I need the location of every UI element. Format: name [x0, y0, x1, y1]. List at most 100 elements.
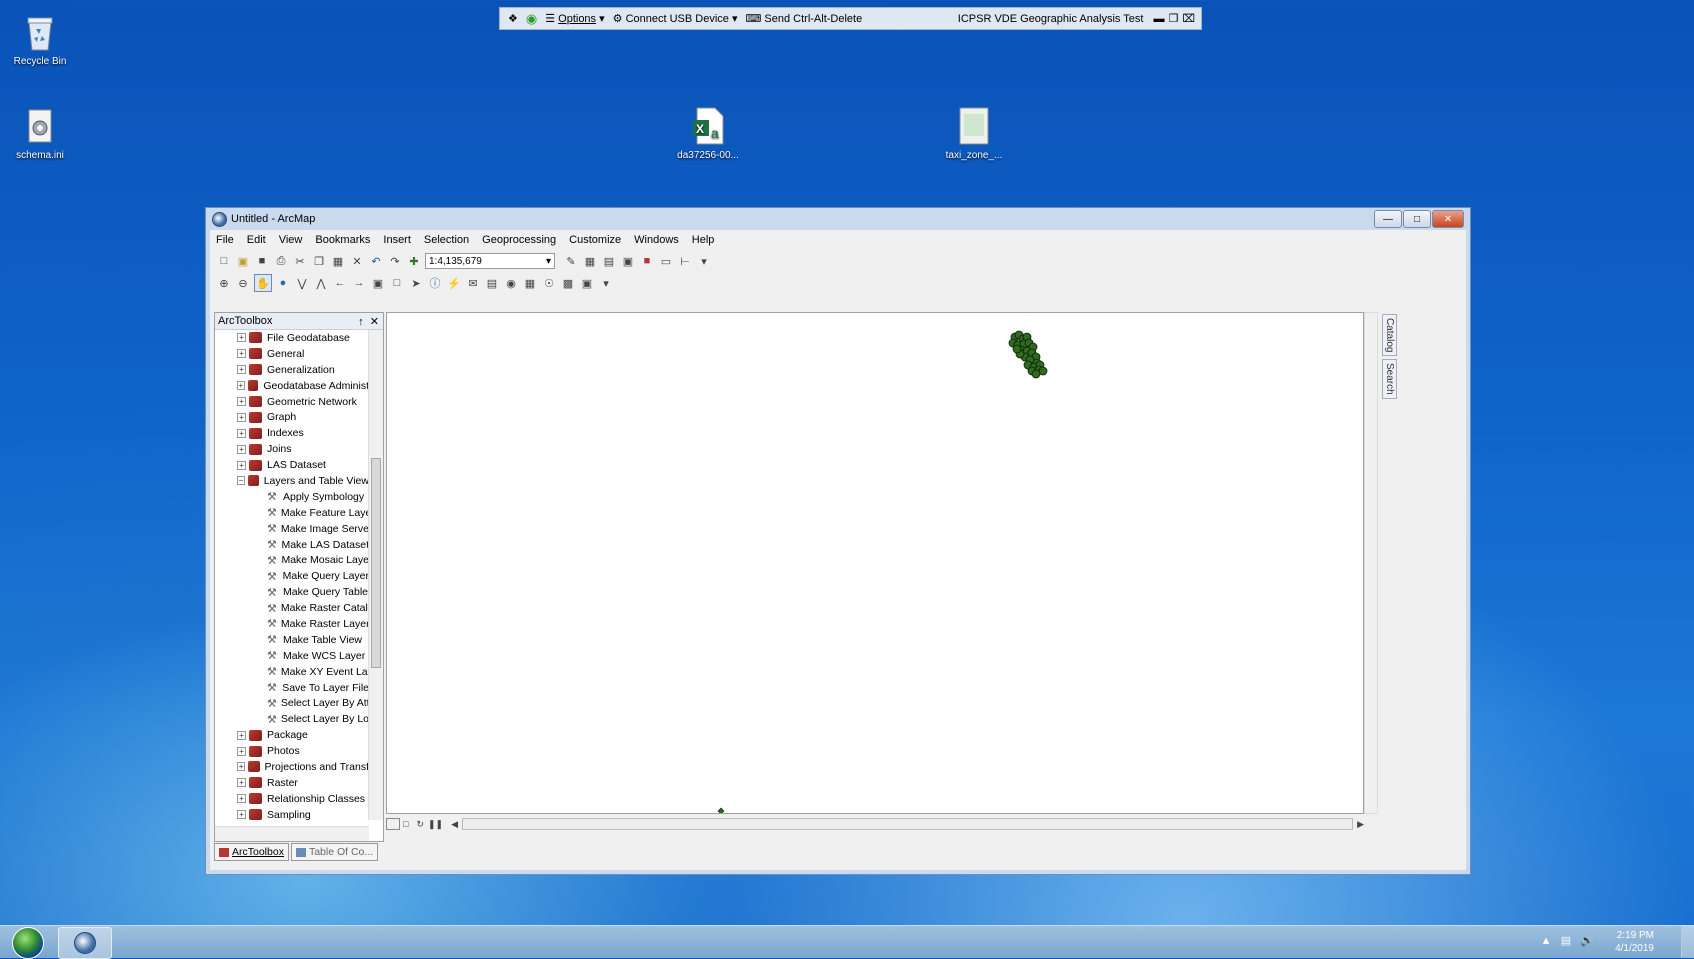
delete-icon[interactable]: ✕ — [349, 253, 365, 269]
show-hidden-icons-icon[interactable]: ▲ — [1541, 935, 1552, 947]
toolbox-item[interactable]: + Joins — [215, 441, 369, 457]
measure-icon[interactable]: ▤ — [484, 275, 500, 291]
toolbox-tool-item[interactable]: ⚒ Make XY Event Lay — [215, 664, 369, 680]
scroll-right-icon[interactable]: ▶ — [1357, 819, 1364, 830]
collapse-icon[interactable]: − — [237, 476, 245, 486]
paste-icon[interactable]: ▦ — [330, 253, 346, 269]
tab-search[interactable]: Search — [1382, 359, 1397, 400]
hyperlink-icon[interactable]: ⚡ — [446, 275, 462, 291]
cut-icon[interactable]: ✂ — [292, 253, 308, 269]
forward-icon[interactable]: → — [351, 275, 367, 291]
close-icon[interactable]: ✕ — [370, 316, 379, 328]
pan-icon[interactable]: ✋ — [254, 274, 272, 292]
scrollbar-thumb[interactable] — [371, 458, 381, 668]
desktop-icon-recycle-bin[interactable]: Recycle Bin — [0, 14, 80, 67]
new-document-icon[interactable]: □ — [216, 253, 232, 269]
expand-icon[interactable]: + — [237, 381, 245, 391]
pin-icon[interactable]: ❖ — [508, 12, 518, 25]
expand-icon[interactable]: + — [237, 365, 246, 375]
minimize-icon[interactable]: ▬ — [1153, 13, 1164, 25]
close-button[interactable]: ✕ — [1432, 210, 1464, 228]
minimize-button[interactable]: — — [1374, 210, 1402, 228]
toolbox-item[interactable]: + Geodatabase Administ — [215, 378, 369, 394]
toolbox-tool-item[interactable]: ⚒ Make Feature Laye — [215, 505, 369, 521]
toolbox-item[interactable]: + Photos — [215, 743, 369, 759]
catalog-window-icon[interactable]: ▤ — [601, 253, 617, 269]
toolbox-tool-item[interactable]: ⚒ Make WCS Layer — [215, 648, 369, 664]
pin-icon[interactable]: ↑ — [358, 316, 364, 328]
tab-catalog[interactable]: Catalog — [1382, 314, 1397, 357]
menu-customize[interactable]: Customize — [569, 234, 621, 246]
expand-icon[interactable]: + — [237, 444, 246, 454]
options-menu[interactable]: ☰ Options ▾ — [545, 12, 604, 26]
editor-toolbar-icon[interactable]: ✎ — [563, 253, 579, 269]
desktop-icon-excel-file[interactable]: Xa da37256-00... — [668, 106, 748, 161]
copy-icon[interactable]: ❐ — [311, 253, 327, 269]
expand-icon[interactable]: + — [237, 794, 246, 804]
toolbox-horizontal-scrollbar[interactable] — [215, 826, 369, 841]
back-icon[interactable]: ← — [332, 275, 348, 291]
print-icon[interactable]: ⎙ — [273, 253, 289, 269]
connection-status-icon[interactable]: ◉ — [526, 11, 537, 27]
menu-windows[interactable]: Windows — [634, 234, 679, 246]
toolbox-item[interactable]: + LAS Dataset — [215, 457, 369, 473]
menu-insert[interactable]: Insert — [383, 234, 411, 246]
zoom-out-icon[interactable]: ⊖ — [235, 275, 251, 291]
expand-icon[interactable]: + — [237, 412, 246, 422]
toolbox-tool-item[interactable]: ⚒ Make Table View — [215, 632, 369, 648]
map-view[interactable] — [386, 312, 1364, 815]
viewer-window-icon[interactable]: ▣ — [579, 275, 595, 291]
toolbox-item[interactable]: + Relationship Classes — [215, 791, 369, 807]
toolbox-item[interactable]: + General — [215, 346, 369, 362]
toolbox-item[interactable]: + File Geodatabase — [215, 330, 369, 346]
table-of-contents-icon[interactable]: ▦ — [582, 253, 598, 269]
menu-view[interactable]: View — [279, 234, 303, 246]
scroll-left-icon[interactable]: ◀ — [451, 819, 458, 830]
expand-icon[interactable]: + — [237, 333, 246, 343]
layout-view-icon[interactable]: □ — [403, 819, 408, 829]
send-ctrl-alt-delete-button[interactable]: ⌨ Send Ctrl-Alt-Delete — [745, 12, 862, 26]
toolbox-item[interactable]: + Projections and Transf — [215, 759, 369, 775]
redo-icon[interactable]: ↷ — [387, 253, 403, 269]
isolated-point-feature[interactable] — [717, 807, 725, 815]
time-slider-icon[interactable]: ▩ — [560, 275, 576, 291]
connect-usb-menu[interactable]: ⚙ Connect USB Device ▾ — [613, 12, 738, 26]
map-vertical-scrollbar[interactable] — [1364, 312, 1378, 814]
save-icon[interactable]: ■ — [254, 253, 270, 269]
volume-icon[interactable]: 🔊 — [1580, 935, 1594, 947]
toolbox-tool-item[interactable]: ⚒ Make Mosaic Laye — [215, 552, 369, 568]
network-icon[interactable]: ▤ — [1561, 935, 1571, 947]
menu-help[interactable]: Help — [692, 234, 715, 246]
toolbox-tool-item[interactable]: ⚒ Apply Symbology — [215, 489, 369, 505]
arctoolbox-icon[interactable]: ■ — [639, 253, 655, 269]
model-builder-icon[interactable]: ⊢ — [677, 253, 693, 269]
expand-icon[interactable]: + — [237, 746, 246, 756]
zoom-in-icon[interactable]: ⊕ — [216, 275, 232, 291]
close-icon[interactable]: ⌧ — [1182, 12, 1195, 25]
fixed-zoom-in-icon[interactable]: ⋁ — [294, 275, 310, 291]
toolbox-item[interactable]: + Geometric Network — [215, 394, 369, 410]
expand-icon[interactable]: + — [237, 778, 246, 788]
toolbox-tool-item[interactable]: ⚒ Select Layer By Loc — [215, 711, 369, 727]
clock[interactable]: 2:19 PM 4/1/2019 — [1615, 929, 1654, 955]
toolbox-tool-item[interactable]: ⚒ Make Raster Layer — [215, 616, 369, 632]
restore-icon[interactable]: ❐ — [1168, 12, 1178, 25]
go-to-xy-icon[interactable]: ☉ — [541, 275, 557, 291]
open-folder-icon[interactable]: ▣ — [235, 253, 251, 269]
expand-icon[interactable]: + — [237, 460, 246, 470]
horizontal-scrollbar-track[interactable] — [462, 818, 1354, 830]
clear-selection-icon[interactable]: □ — [389, 275, 405, 291]
toolbox-tool-item[interactable]: ⚒ Save To Layer File — [215, 680, 369, 696]
select-elements-icon[interactable]: ➤ — [408, 275, 424, 291]
expand-icon[interactable]: + — [237, 428, 246, 438]
tab-arctoolbox[interactable]: ArcToolbox — [214, 843, 289, 861]
find-route-icon[interactable]: ▦ — [522, 275, 538, 291]
add-data-icon[interactable]: ✚ — [406, 253, 422, 269]
menu-geoprocessing[interactable]: Geoprocessing — [482, 234, 556, 246]
html-popup-icon[interactable]: ✉ — [465, 275, 481, 291]
window-titlebar[interactable]: Untitled - ArcMap — □ ✕ — [206, 208, 1470, 230]
toolbox-vertical-scrollbar[interactable] — [368, 330, 383, 820]
toolbox-item[interactable]: + Sampling — [215, 807, 369, 820]
identify-icon[interactable]: ⓘ — [427, 275, 443, 291]
menu-selection[interactable]: Selection — [424, 234, 469, 246]
